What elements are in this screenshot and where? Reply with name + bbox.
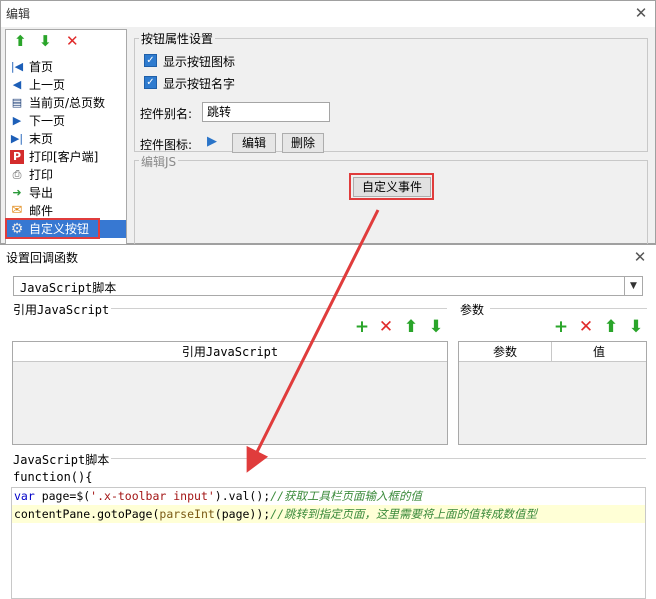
delete-icon[interactable]: ✕: [66, 33, 79, 49]
function-header: function(){: [13, 470, 93, 484]
move-down-icon[interactable]: ⬇: [627, 318, 645, 336]
prev-page-icon: ◀: [12, 78, 22, 91]
close-icon[interactable]: ✕: [630, 247, 650, 267]
script-type-value: JavaScript脚本: [20, 281, 117, 295]
list-item-label: 下一页: [29, 114, 66, 128]
list-item-page-count[interactable]: ▤ 当前页/总页数: [6, 94, 126, 112]
list-item-label: 打印[客户端]: [29, 150, 99, 164]
list-item-first-page[interactable]: |◀ 首页: [6, 58, 126, 76]
button-properties-panel: 按钮属性设置 ✓ 显示按钮图标 ✓ 显示按钮名字 控件别名: 跳转 控件图标: …: [131, 29, 651, 245]
ref-js-divider: [111, 308, 447, 309]
alias-input[interactable]: 跳转: [202, 102, 330, 122]
export-icon: ➜: [12, 186, 22, 199]
annotation-box-custom-event: [349, 173, 434, 200]
list-item-label: 邮件: [29, 204, 54, 218]
code-line-1: var page=$('.x-toolbar input').val();//获…: [14, 489, 423, 503]
show-name-checkbox[interactable]: ✓: [144, 76, 157, 89]
params-table: 参数 值: [458, 341, 647, 445]
params-divider: [490, 308, 647, 309]
icon-label: 控件图标:: [140, 138, 193, 152]
button-props-title: 按钮属性设置: [139, 30, 216, 47]
edit-js-title: 编辑JS: [139, 153, 179, 170]
move-down-icon[interactable]: ⬇: [39, 33, 52, 49]
list-item-label: 首页: [29, 60, 54, 74]
ref-js-label: 引用JavaScript: [13, 303, 110, 317]
list-item-label: 末页: [29, 132, 54, 146]
show-icon-label: 显示按钮图标: [163, 55, 236, 69]
code-editor[interactable]: var page=$('.x-toolbar input').val();//获…: [11, 487, 646, 599]
list-item-label: 打印: [29, 168, 54, 182]
edit-dialog-titlebar: 编辑 ✕: [1, 1, 655, 27]
param-value-column-header: 值: [592, 345, 605, 359]
printer-icon: ⎙: [12, 168, 22, 181]
list-item-prev-page[interactable]: ◀ 上一页: [6, 76, 126, 94]
ref-js-table-header: 引用JavaScript: [13, 342, 447, 362]
close-icon[interactable]: ✕: [631, 3, 651, 23]
add-icon[interactable]: +: [552, 318, 570, 336]
list-item-label: 当前页/总页数: [29, 96, 106, 110]
show-icon-checkbox[interactable]: ✓: [144, 54, 157, 67]
script-label: JavaScript脚本: [13, 453, 110, 467]
add-icon[interactable]: +: [353, 318, 371, 336]
move-up-icon[interactable]: ⬆: [402, 318, 420, 336]
alias-label: 控件别名:: [140, 107, 193, 121]
first-page-icon: |◀: [10, 60, 24, 73]
icon-delete-button[interactable]: 删除: [282, 133, 324, 153]
pdf-print-icon: P: [10, 150, 24, 164]
chevron-down-icon[interactable]: ▼: [624, 277, 642, 295]
next-page-icon: ▶: [12, 114, 22, 127]
annotation-box-custom-button: [5, 218, 100, 239]
last-page-icon: ▶|: [10, 132, 24, 145]
move-up-icon[interactable]: ⬆: [14, 33, 27, 49]
param-name-column-header: 参数: [459, 342, 552, 362]
move-up-icon[interactable]: ⬆: [602, 318, 620, 336]
delete-icon[interactable]: ✕: [577, 318, 595, 336]
list-item-print-client[interactable]: P 打印[客户端]: [6, 148, 126, 166]
callback-dialog: 设置回调函数 ✕ JavaScript脚本 ▼ 引用JavaScript + ✕…: [0, 244, 656, 599]
button-list-panel: ⬆ ⬇ ✕ |◀ 首页 ◀ 上一页 ▤ 当前页/总页数 ▶ 下一页 ▶| 末页: [5, 29, 127, 245]
script-divider: [111, 458, 646, 459]
list-item-next-page[interactable]: ▶ 下一页: [6, 112, 126, 130]
script-type-select[interactable]: JavaScript脚本 ▼: [13, 276, 643, 296]
edit-dialog: 编辑 ✕ ⬆ ⬇ ✕ |◀ 首页 ◀ 上一页 ▤ 当前页/总页数 ▶ 下一页 ▶…: [0, 0, 656, 245]
play-icon: ▶: [207, 134, 217, 149]
params-table-header: 参数 值: [459, 342, 646, 362]
button-list: |◀ 首页 ◀ 上一页 ▤ 当前页/总页数 ▶ 下一页 ▶| 末页 P 打印[客…: [6, 58, 126, 238]
mail-icon: ✉: [11, 203, 23, 218]
ref-js-column-header: 引用JavaScript: [181, 345, 279, 359]
callback-dialog-title: 设置回调函数: [6, 251, 79, 265]
ref-js-table: 引用JavaScript: [12, 341, 448, 445]
page-count-icon: ▤: [11, 96, 23, 109]
code-line-2: contentPane.gotoPage(parseInt(page));//跳…: [14, 507, 538, 521]
list-item-print[interactable]: ⎙ 打印: [6, 166, 126, 184]
list-item-label: 上一页: [29, 78, 66, 92]
icon-edit-button[interactable]: 编辑: [232, 133, 276, 153]
list-item-last-page[interactable]: ▶| 末页: [6, 130, 126, 148]
list-item-export[interactable]: ➜ 导出: [6, 184, 126, 202]
move-down-icon[interactable]: ⬇: [427, 318, 445, 336]
show-name-label: 显示按钮名字: [163, 77, 236, 91]
button-props-group: 按钮属性设置 ✓ 显示按钮图标 ✓ 显示按钮名字 控件别名: 跳转 控件图标: …: [134, 30, 648, 153]
params-label: 参数: [460, 303, 485, 317]
delete-icon[interactable]: ✕: [377, 318, 395, 336]
edit-dialog-title: 编辑: [6, 7, 31, 21]
list-item-label: 导出: [29, 186, 54, 200]
